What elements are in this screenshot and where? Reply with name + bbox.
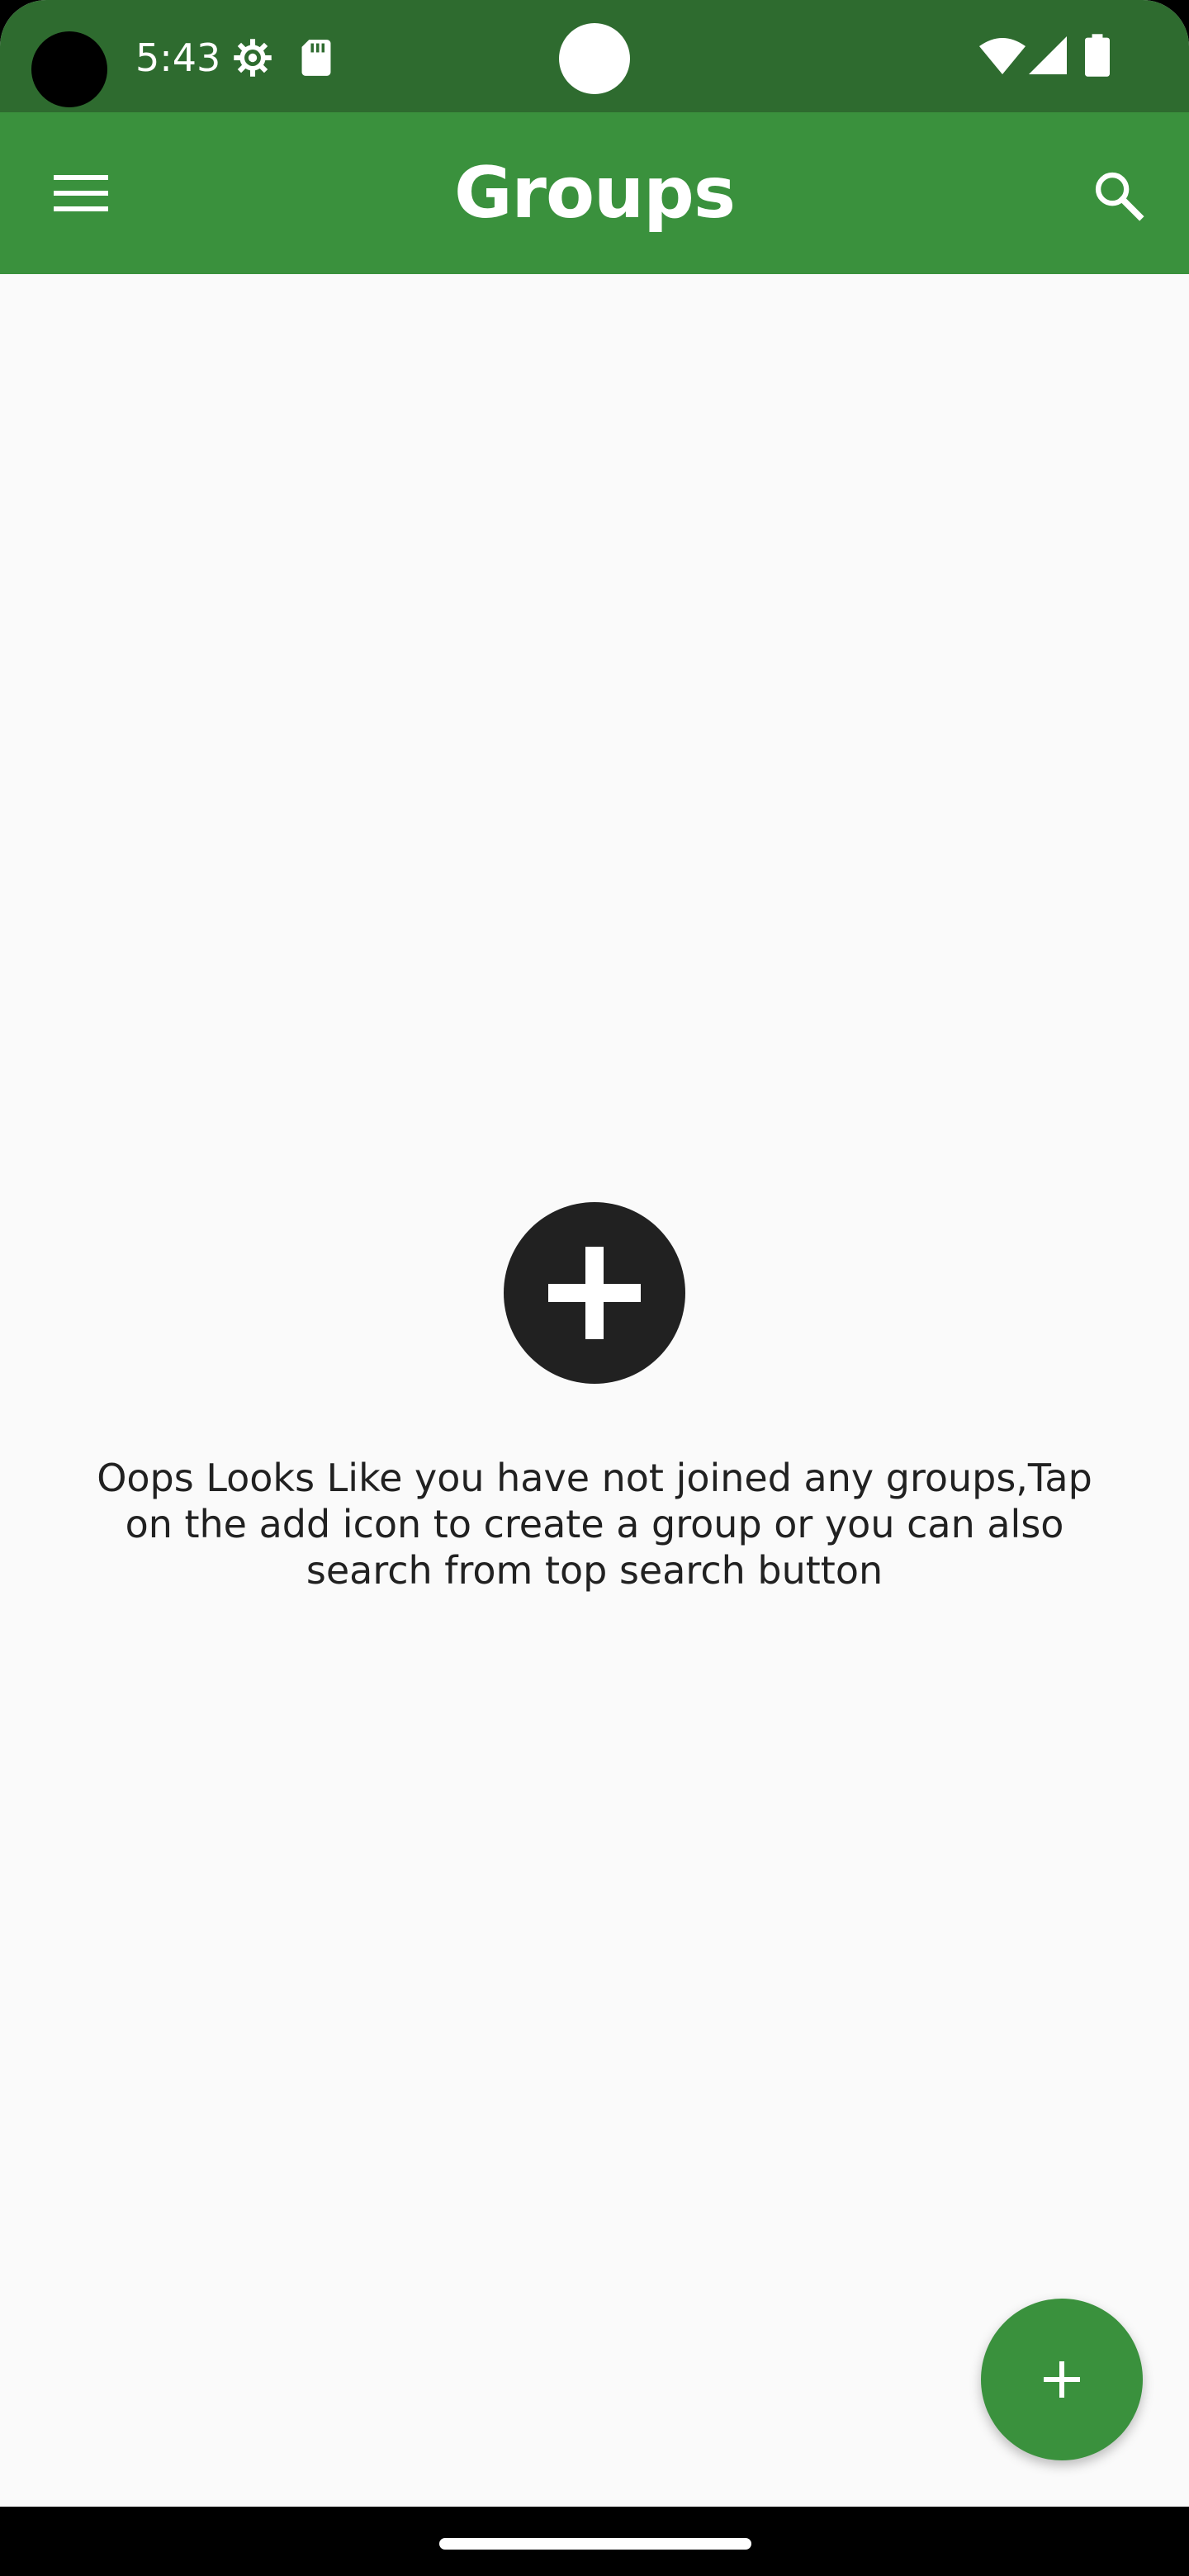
page-title: Groups xyxy=(453,152,736,234)
status-time: 5:43 xyxy=(135,36,221,80)
home-gesture-pill[interactable] xyxy=(439,2538,751,2550)
add-group-fab[interactable] xyxy=(981,2299,1143,2460)
app-bar: Groups xyxy=(0,112,1189,274)
hamburger-menu-icon xyxy=(54,175,108,211)
center-dot xyxy=(559,23,630,94)
search-button[interactable] xyxy=(1070,147,1166,243)
empty-state-add-button[interactable] xyxy=(504,1202,685,1384)
add-circle-icon xyxy=(548,1247,641,1339)
screen: 5:43 Groups Oops Looks Like you have not… xyxy=(0,0,1189,2576)
cell-signal-icon xyxy=(1029,36,1067,74)
search-icon xyxy=(1095,172,1144,221)
sd-card-icon xyxy=(301,40,331,76)
camera-cutout xyxy=(31,31,107,107)
settings-icon xyxy=(234,39,272,77)
plus-icon xyxy=(1044,2361,1080,2398)
wifi-icon xyxy=(979,38,1026,74)
battery-icon xyxy=(1085,34,1110,77)
menu-button[interactable] xyxy=(33,145,129,241)
navigation-bar xyxy=(0,2507,1189,2576)
empty-state-message: Oops Looks Like you have not joined any … xyxy=(97,1456,1092,1593)
status-bar: 5:43 xyxy=(0,0,1189,112)
